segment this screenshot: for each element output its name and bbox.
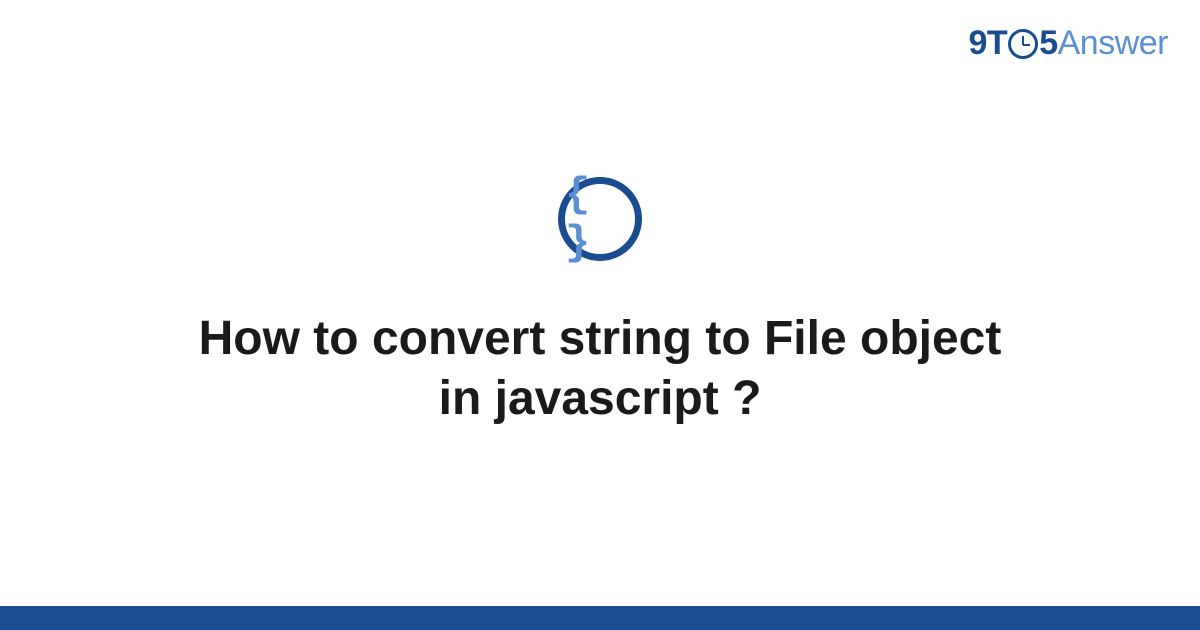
code-icon: { } xyxy=(558,177,642,261)
footer-bar xyxy=(0,606,1200,630)
page-title: How to convert string to File object in … xyxy=(150,309,1050,429)
braces-icon: { } xyxy=(565,171,635,267)
main-content: { } How to convert string to File object… xyxy=(0,0,1200,606)
